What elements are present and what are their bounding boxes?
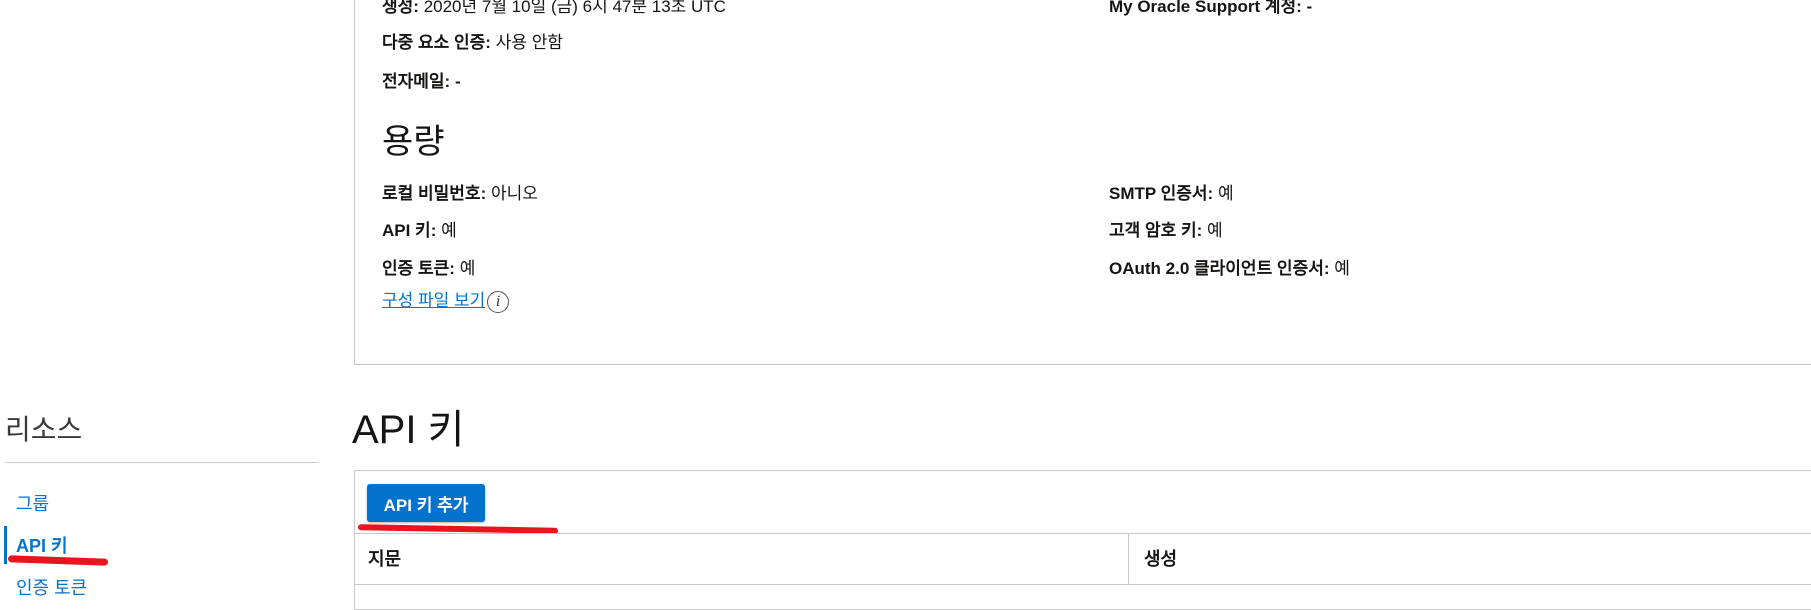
oauth-value: 예	[1334, 259, 1350, 278]
created-value: 2020년 7월 10일 (금) 6시 47분 13초 UTC	[423, 0, 726, 16]
view-config-file-link[interactable]: 구성 파일 보기	[382, 291, 485, 310]
email-label: 전자메일:	[382, 72, 451, 91]
local-password-label: 로컬 비밀번호:	[382, 184, 487, 203]
user-details-panel	[354, 0, 1811, 365]
customer-secret-label: 고객 암호 키:	[1109, 221, 1203, 240]
email-value: -	[454, 72, 461, 91]
api-keys-cap-label: API 키:	[382, 221, 437, 240]
table-header: 지문 생성	[354, 533, 1811, 585]
mfa-value: 사용 안함	[495, 33, 563, 52]
support-account-label: My Oracle Support 계정:	[1109, 0, 1302, 16]
red-underline-annotation-sidebar	[7, 555, 109, 566]
local-password-value: 아니오	[490, 184, 538, 203]
oauth-row: OAuth 2.0 클라이언트 인증서: 예	[1109, 258, 1350, 280]
active-indicator	[4, 526, 7, 564]
smtp-row: SMTP 인증서: 예	[1109, 183, 1234, 205]
smtp-label: SMTP 인증서:	[1109, 184, 1214, 203]
info-icon[interactable]: i	[487, 290, 510, 313]
add-api-key-button[interactable]: API 키 추가	[367, 484, 485, 522]
oauth-label: OAuth 2.0 클라이언트 인증서:	[1109, 259, 1330, 278]
capabilities-title: 용량	[382, 123, 445, 161]
support-account-value: -	[1306, 0, 1313, 16]
api-keys-title: API 키	[352, 408, 465, 452]
local-password-row: 로컬 비밀번호: 아니오	[382, 183, 538, 205]
column-separator	[1128, 534, 1129, 584]
mfa-row: 다중 요소 인증: 사용 안함	[382, 32, 563, 54]
view-config-row: 구성 파일 보기 i	[382, 290, 510, 313]
sidebar-item-auth-tokens[interactable]: 인증 토큰	[16, 574, 87, 600]
sidebar-divider	[5, 462, 319, 463]
created-row: 생성: 2020년 7월 10일 (금) 6시 47분 13초 UTC	[382, 0, 726, 18]
column-header-created[interactable]: 생성	[1144, 534, 1177, 584]
customer-secret-row: 고객 암호 키: 예	[1109, 220, 1223, 242]
auth-tokens-cap-label: 인증 토큰:	[382, 259, 455, 278]
auth-tokens-cap-row: 인증 토큰: 예	[382, 258, 475, 280]
api-keys-cap-value: 예	[441, 221, 457, 240]
email-row: 전자메일: -	[382, 71, 461, 93]
auth-tokens-cap-value: 예	[459, 259, 476, 278]
smtp-value: 예	[1217, 184, 1234, 203]
mfa-label: 다중 요소 인증:	[382, 33, 491, 52]
support-account-row: My Oracle Support 계정: -	[1109, 0, 1312, 18]
column-header-fingerprint[interactable]: 지문	[368, 534, 401, 584]
created-label: 생성:	[382, 0, 419, 16]
api-keys-cap-row: API 키: 예	[382, 220, 457, 242]
resources-title: 리소스	[5, 414, 83, 445]
sidebar-item-api-keys[interactable]: API 키	[16, 532, 68, 558]
customer-secret-value: 예	[1207, 221, 1223, 240]
sidebar-item-groups[interactable]: 그룹	[16, 490, 49, 516]
